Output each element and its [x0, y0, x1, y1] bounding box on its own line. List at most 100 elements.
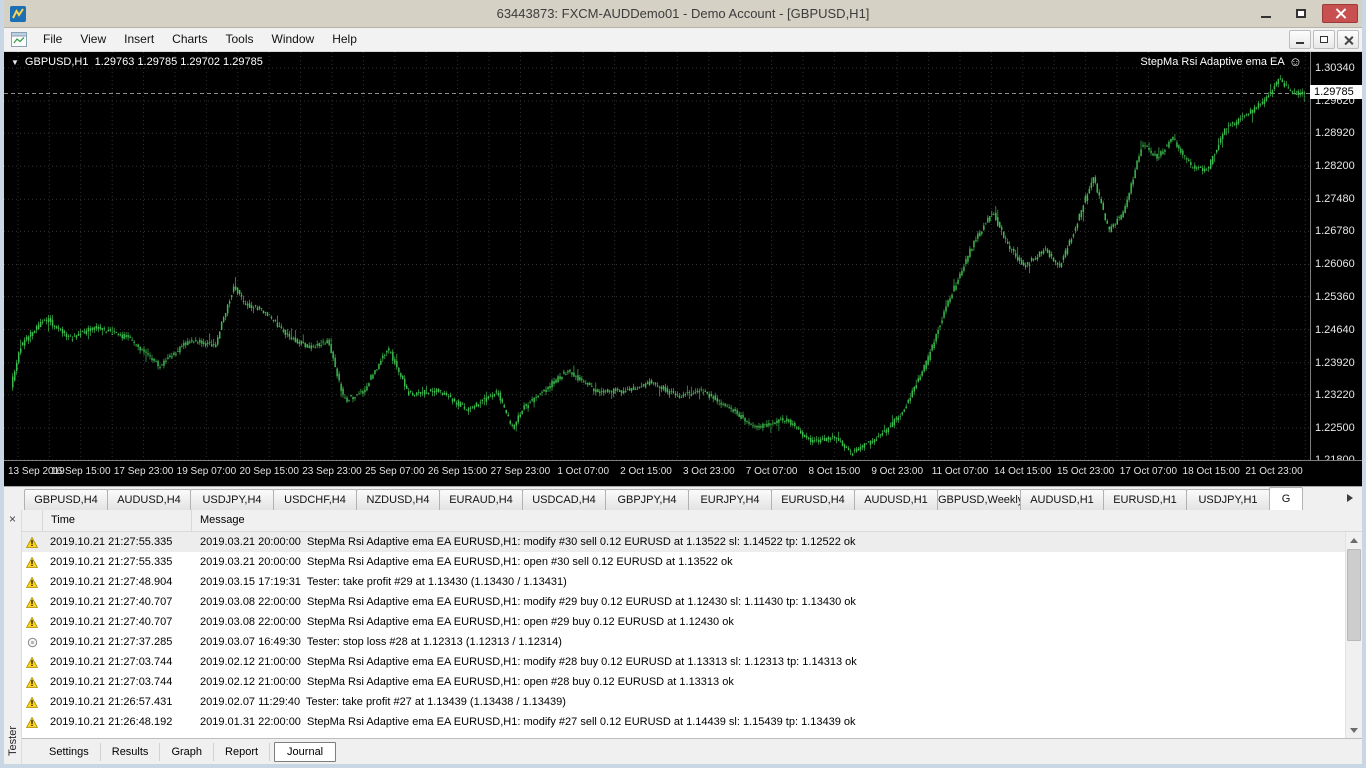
journal-row-time: 2019.10.21 21:26:48.192: [50, 716, 173, 728]
chart-tab-eurusd-h1[interactable]: EURUSD,H1: [1103, 489, 1187, 510]
menu-items: File View Insert Charts Tools Window Help: [34, 28, 366, 51]
price-axis[interactable]: 1.30340 1.29620 1.28920 1.28200 1.27480 1.267…: [1310, 52, 1362, 466]
menu-item-file[interactable]: File: [34, 28, 71, 51]
chart-tab-g[interactable]: G: [1269, 487, 1303, 510]
journal-scrollbar[interactable]: [1345, 532, 1362, 738]
journal-row[interactable]: 2019.10.21 21:26:48.192 2019.01.31 22:00:…: [22, 712, 1345, 732]
tester-tab-bar: Settings Results Graph Report Journal: [22, 738, 1362, 764]
chart-tab-usdchf-h4[interactable]: USDCHF,H4: [273, 489, 357, 510]
journal-row-message: 2019.03.08 22:00:00 StepMa Rsi Adaptive …: [200, 616, 734, 628]
chart-tab-nzdusd-h4[interactable]: NZDUSD,H4: [356, 489, 440, 510]
journal-row[interactable]: 2019.10.21 21:26:57.431 2019.02.07 11:29:…: [22, 692, 1345, 712]
journal-row[interactable]: 2019.10.21 21:27:40.707 2019.03.08 22:00:…: [22, 592, 1345, 612]
time-axis-label: 14 Oct 15:00: [994, 466, 1052, 477]
time-axis-label: 9 Oct 23:00: [871, 466, 924, 477]
mdi-minimize-button[interactable]: [1289, 30, 1311, 49]
price-axis-label: 1.28920: [1315, 127, 1355, 140]
ea-label: StepMa Rsi Adaptive ema EA ☺: [1140, 55, 1302, 68]
journal-row[interactable]: 2019.10.21 21:27:40.707 2019.03.08 22:00:…: [22, 612, 1345, 632]
time-axis-label: 23 Sep 23:00: [302, 466, 362, 477]
mdi-close-button[interactable]: [1337, 30, 1359, 49]
journal-row-message: 2019.03.07 16:49:30 Tester: stop loss #2…: [200, 636, 562, 648]
journal-row[interactable]: 2019.10.21 21:27:55.335 2019.03.21 20:00:…: [22, 552, 1345, 572]
journal-row[interactable]: 2019.10.21 21:27:48.904 2019.03.15 17:19:…: [22, 572, 1345, 592]
journal-row-message: 2019.03.15 17:19:31 Tester: take profit …: [200, 576, 567, 588]
journal-row-message: 2019.02.12 21:00:00 StepMa Rsi Adaptive …: [200, 676, 734, 688]
time-axis[interactable]: 13 Sep 2019 16 Sep 15:00 17 Sep 23:00 19 Se…: [4, 460, 1362, 486]
scroll-thumb[interactable]: [1347, 549, 1361, 641]
menu-item-tools[interactable]: Tools: [217, 28, 263, 51]
chart-tab-gbpusd-weekly[interactable]: GBPUSD,Weekly: [937, 489, 1021, 510]
close-button[interactable]: [1322, 4, 1358, 23]
journal-row-time: 2019.10.21 21:27:03.744: [50, 676, 173, 688]
chart-tab-audusd-h4[interactable]: AUDUSD,H4: [107, 489, 191, 510]
chart-tab-eurjpy-h4[interactable]: EURJPY,H4: [688, 489, 772, 510]
chart-tab-gbpusd-h4[interactable]: GBPUSD,H4: [24, 489, 108, 510]
chart-tab-gbpjpy-h4[interactable]: GBPJPY,H4: [605, 489, 689, 510]
chart-tab-audusd-h1[interactable]: AUDUSD,H1: [1020, 489, 1104, 510]
menu-item-charts[interactable]: Charts: [163, 28, 216, 51]
price-axis-label: 1.28200: [1315, 160, 1355, 173]
warning-icon: [22, 536, 42, 548]
menu-item-view[interactable]: View: [71, 28, 115, 51]
journal-row[interactable]: 2019.10.21 21:27:03.744 2019.02.12 21:00:…: [22, 652, 1345, 672]
journal-row-message: 2019.01.31 22:00:00 StepMa Rsi Adaptive …: [200, 716, 856, 728]
window-title: 63443873: FXCM-AUDDemo01 - Demo Account …: [496, 6, 870, 21]
tester-tab-journal[interactable]: Journal: [274, 741, 337, 762]
mdi-restore-button[interactable]: [1313, 30, 1335, 49]
price-axis-label: 1.26060: [1315, 258, 1355, 271]
tester-tab-report[interactable]: Report: [214, 742, 271, 761]
minimize-icon: [1261, 15, 1271, 18]
menu-bar: File View Insert Charts Tools Window Help: [4, 28, 1362, 52]
chart-tab-usdjpy-h1[interactable]: USDJPY,H1: [1186, 489, 1270, 510]
chart-tab-audusd-h1[interactable]: AUDUSD,H1: [854, 489, 938, 510]
maximize-button[interactable]: [1287, 4, 1315, 23]
chart-area[interactable]: ▼ GBPUSD,H1 1.29763 1.29785 1.29702 1.29…: [4, 52, 1362, 486]
journal-row[interactable]: 2019.10.21 21:27:55.335 2019.03.21 20:00:…: [22, 532, 1345, 552]
journal-row-message: 2019.02.12 21:00:00 StepMa Rsi Adaptive …: [200, 656, 857, 668]
journal-row[interactable]: 2019.10.21 21:27:03.744 2019.02.12 21:00:…: [22, 672, 1345, 692]
chart-tab-usdcad-h4[interactable]: USDCAD,H4: [522, 489, 606, 510]
journal-row-time: 2019.10.21 21:27:48.904: [50, 576, 173, 588]
minimize-button[interactable]: [1252, 4, 1280, 23]
journal-row-time: 2019.10.21 21:27:37.285: [50, 636, 173, 648]
window-controls: [1252, 4, 1358, 23]
warning-icon: [22, 676, 42, 688]
symbol-ohlc-text: GBPUSD,H1 1.29763 1.29785 1.29702 1.2978…: [24, 56, 263, 68]
tester-tab-results[interactable]: Results: [101, 742, 161, 761]
chart-tab-usdjpy-h4[interactable]: USDJPY,H4: [190, 489, 274, 510]
menu-item-window[interactable]: Window: [263, 28, 324, 51]
mdi-minimize-icon: [1296, 42, 1304, 44]
warning-icon: [22, 616, 42, 628]
time-axis-label: 3 Oct 23:00: [682, 466, 735, 477]
tab-scroll-right-button[interactable]: [1341, 489, 1359, 507]
price-axis-label: 1.24640: [1315, 323, 1355, 336]
time-axis-label: 8 Oct 15:00: [808, 466, 861, 477]
stop-icon: [22, 637, 42, 648]
time-axis-label: 17 Sep 23:00: [113, 466, 174, 477]
journal-row-time: 2019.10.21 21:27:40.707: [50, 616, 173, 628]
price-axis-label: 1.22500: [1315, 421, 1355, 434]
scroll-down-button[interactable]: [1346, 722, 1362, 738]
price-axis-label: 1.25360: [1315, 290, 1355, 303]
chevron-down-icon[interactable]: ▼: [11, 58, 19, 67]
chart-tab-eurusd-h4[interactable]: EURUSD,H4: [771, 489, 855, 510]
column-header-message[interactable]: Message: [192, 510, 1345, 531]
time-axis-label: 21 Oct 23:00: [1245, 466, 1303, 477]
tester-tab-settings[interactable]: Settings: [38, 742, 101, 761]
tester-tab-graph[interactable]: Graph: [160, 742, 215, 761]
menu-item-help[interactable]: Help: [323, 28, 366, 51]
menu-item-insert[interactable]: Insert: [115, 28, 163, 51]
ea-smiley-icon[interactable]: ☺: [1289, 55, 1302, 68]
journal-row-time: 2019.10.21 21:27:55.335: [50, 536, 173, 548]
scroll-up-button[interactable]: [1346, 532, 1362, 548]
chart-tab-euraud-h4[interactable]: EURAUD,H4: [439, 489, 523, 510]
journal-row-time: 2019.10.21 21:27:40.707: [50, 596, 173, 608]
time-axis-label: 26 Sep 15:00: [427, 466, 488, 477]
chart-tab-bar: GBPUSD,H4 AUDUSD,H4 USDJPY,H4 USDCHF,H4 NZDU…: [4, 486, 1362, 510]
journal-row[interactable]: 2019.10.21 21:27:37.285 2019.03.07 16:49:…: [22, 632, 1345, 652]
tester-close-button[interactable]: ×: [6, 513, 20, 527]
column-header-time[interactable]: Time: [42, 510, 192, 531]
application-window: 63443873: FXCM-AUDDemo01 - Demo Account …: [0, 0, 1366, 768]
journal-row-time: 2019.10.21 21:27:55.335: [50, 556, 173, 568]
